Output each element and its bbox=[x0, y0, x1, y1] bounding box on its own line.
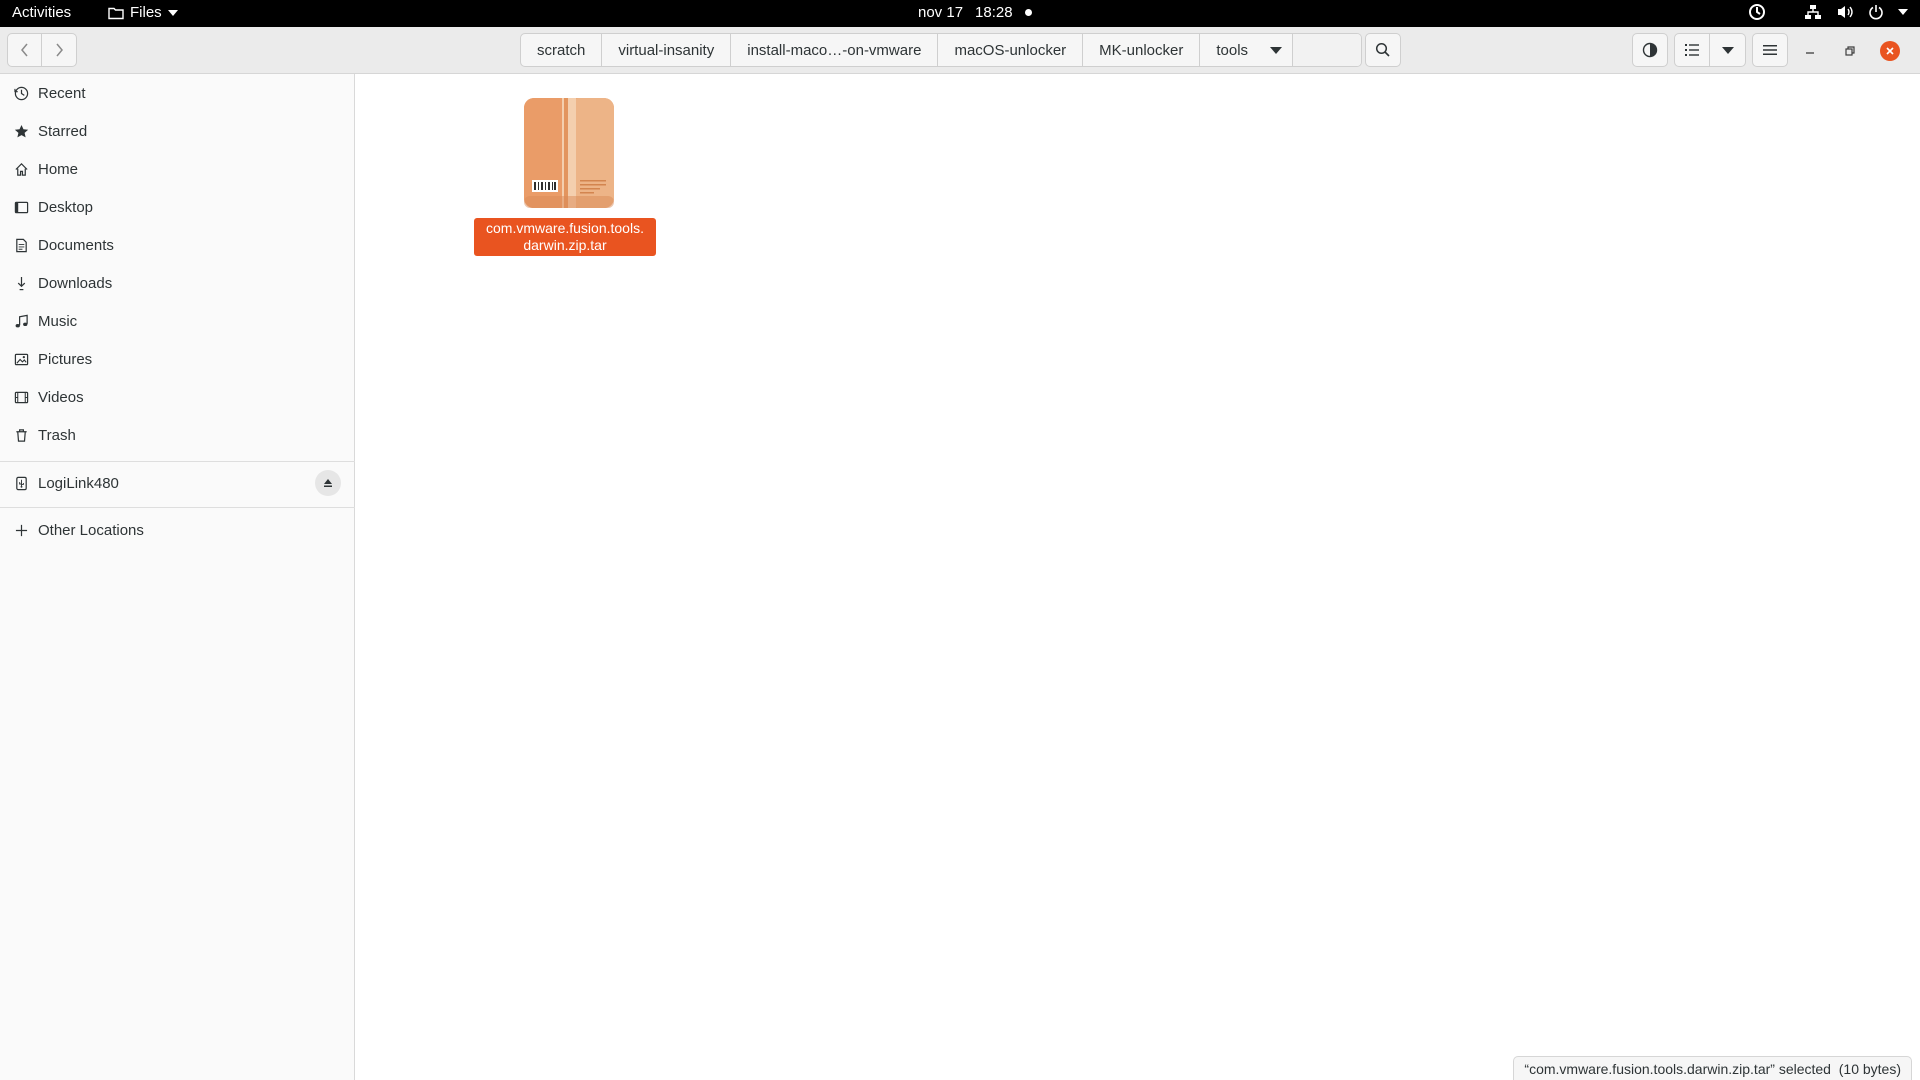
activities-button[interactable]: Activities bbox=[12, 4, 71, 21]
back-button[interactable] bbox=[7, 33, 42, 67]
clock-time: 18:28 bbox=[975, 4, 1013, 21]
minimize-button[interactable] bbox=[1800, 41, 1820, 61]
path-crumb-current[interactable]: tools bbox=[1200, 34, 1294, 66]
sidebar-item-label: Desktop bbox=[38, 198, 94, 216]
file-name-label[interactable]: com.vmware.fusion.tools. darwin.zip.tar bbox=[474, 218, 656, 256]
navigation-buttons bbox=[7, 33, 77, 67]
app-menu-label: Files bbox=[130, 4, 162, 21]
update-icon[interactable] bbox=[1748, 3, 1766, 21]
path-crumb-3[interactable]: macOS-unlocker bbox=[938, 34, 1084, 66]
document-icon bbox=[13, 237, 29, 253]
close-button[interactable] bbox=[1880, 41, 1900, 61]
sidebar-item-label: Starred bbox=[38, 122, 88, 140]
path-bar-spacer bbox=[1293, 34, 1362, 66]
sidebar-item-downloads[interactable]: Downloads bbox=[0, 264, 355, 302]
contrast-icon bbox=[1642, 42, 1658, 58]
search-icon bbox=[1375, 42, 1390, 57]
volume-icon[interactable] bbox=[1836, 4, 1854, 20]
sidebar-item-music[interactable]: Music bbox=[0, 302, 355, 340]
chevron-right-icon bbox=[56, 43, 63, 57]
sidebar: Recent Starred Home Desktop Documents Downloa… bbox=[0, 74, 355, 1080]
sidebar-item-pictures[interactable]: Pictures bbox=[0, 340, 355, 378]
contrast-toggle-button[interactable] bbox=[1632, 33, 1668, 67]
sidebar-item-label: Home bbox=[38, 160, 79, 178]
app-menu[interactable]: Files bbox=[108, 4, 178, 21]
close-icon bbox=[1886, 47, 1894, 55]
path-bar: scratch virtual-insanity install-maco…-on-… bbox=[520, 33, 1363, 67]
top-bar: Activities Files nov 17 18:28 bbox=[0, 0, 1920, 27]
picture-icon bbox=[13, 351, 29, 367]
sidebar-item-label: Music bbox=[38, 312, 78, 330]
sidebar-item-device-0[interactable]: LogiLink480 bbox=[0, 464, 355, 502]
sidebar-separator bbox=[0, 461, 355, 462]
sidebar-item-other-locations[interactable]: Other Locations bbox=[0, 511, 355, 549]
status-bar: “com.vmware.fusion.tools.darwin.zip.tar”… bbox=[1513, 1056, 1912, 1080]
sidebar-item-label: Recent bbox=[38, 84, 86, 102]
power-icon[interactable] bbox=[1868, 4, 1884, 20]
search-button[interactable] bbox=[1365, 33, 1401, 67]
path-crumb-1[interactable]: virtual-insanity bbox=[602, 34, 732, 66]
restore-button[interactable] bbox=[1840, 41, 1860, 61]
clock-date: nov 17 bbox=[918, 4, 964, 21]
system-tray[interactable] bbox=[1748, 3, 1908, 21]
chevron-down-icon bbox=[1721, 46, 1734, 54]
view-options-button[interactable] bbox=[1710, 33, 1746, 67]
selection-status-text: “com.vmware.fusion.tools.darwin.zip.tar”… bbox=[1524, 1060, 1901, 1077]
view-mode-group bbox=[1674, 33, 1746, 67]
eject-icon bbox=[324, 479, 332, 487]
window-controls bbox=[1800, 41, 1900, 61]
list-view-icon bbox=[1685, 44, 1699, 56]
path-crumb-2[interactable]: install-maco…-on-vmware bbox=[731, 34, 939, 66]
sidebar-separator bbox=[0, 507, 355, 508]
video-icon bbox=[13, 389, 29, 405]
sidebar-item-videos[interactable]: Videos bbox=[0, 378, 355, 416]
restore-icon bbox=[1845, 46, 1855, 56]
plus-icon bbox=[13, 522, 29, 538]
sidebar-item-starred[interactable]: Starred bbox=[0, 112, 355, 150]
sidebar-item-recent[interactable]: Recent bbox=[0, 74, 355, 112]
sidebar-item-desktop[interactable]: Desktop bbox=[0, 188, 355, 226]
minimize-icon bbox=[1806, 52, 1814, 54]
path-crumb-current-label: tools bbox=[1216, 41, 1249, 59]
main-menu-button[interactable] bbox=[1752, 33, 1788, 67]
list-view-button[interactable] bbox=[1674, 33, 1710, 67]
star-icon bbox=[13, 123, 29, 139]
download-icon bbox=[13, 275, 29, 291]
desktop-icon bbox=[13, 199, 29, 215]
chevron-down-icon bbox=[1270, 46, 1283, 54]
hamburger-menu-icon bbox=[1763, 45, 1777, 55]
sidebar-item-home[interactable]: Home bbox=[0, 150, 355, 188]
clock[interactable]: nov 17 18:28 bbox=[918, 4, 1032, 21]
home-icon bbox=[13, 161, 29, 177]
sidebar-item-trash[interactable]: Trash bbox=[0, 416, 355, 454]
music-icon bbox=[13, 313, 29, 329]
trash-icon bbox=[13, 427, 29, 443]
sidebar-item-documents[interactable]: Documents bbox=[0, 226, 355, 264]
chevron-left-icon bbox=[20, 43, 28, 57]
sidebar-item-label: Pictures bbox=[38, 350, 93, 368]
path-crumb-0[interactable]: scratch bbox=[521, 34, 603, 66]
usb-drive-icon bbox=[13, 475, 29, 491]
eject-button[interactable] bbox=[315, 470, 341, 496]
file-name-line-2: darwin.zip.tar bbox=[523, 237, 607, 253]
path-crumb-4[interactable]: MK-unlocker bbox=[1083, 34, 1201, 66]
folder-icon bbox=[108, 7, 124, 19]
forward-button[interactable] bbox=[42, 33, 77, 67]
header-bar: scratch virtual-insanity install-maco…-on-… bbox=[0, 27, 1920, 74]
archive-package-icon bbox=[524, 98, 614, 208]
sidebar-item-label: Videos bbox=[38, 388, 84, 406]
sidebar-item-label: Other Locations bbox=[38, 521, 144, 539]
sidebar-item-label: Documents bbox=[38, 236, 114, 254]
notification-dot-icon bbox=[1024, 9, 1032, 16]
sidebar-item-label: Downloads bbox=[38, 274, 113, 292]
view-controls bbox=[1632, 33, 1788, 67]
file-name-line-1: com.vmware.fusion.tools. bbox=[486, 220, 644, 236]
chevron-down-icon bbox=[167, 9, 178, 16]
sidebar-item-label: LogiLink480 bbox=[38, 474, 119, 492]
clock-icon bbox=[13, 85, 29, 101]
chevron-down-icon[interactable] bbox=[1898, 9, 1908, 15]
network-icon[interactable] bbox=[1804, 4, 1822, 20]
file-view[interactable]: com.vmware.fusion.tools. darwin.zip.tar … bbox=[356, 74, 1920, 1080]
sidebar-item-label: Trash bbox=[38, 426, 76, 444]
